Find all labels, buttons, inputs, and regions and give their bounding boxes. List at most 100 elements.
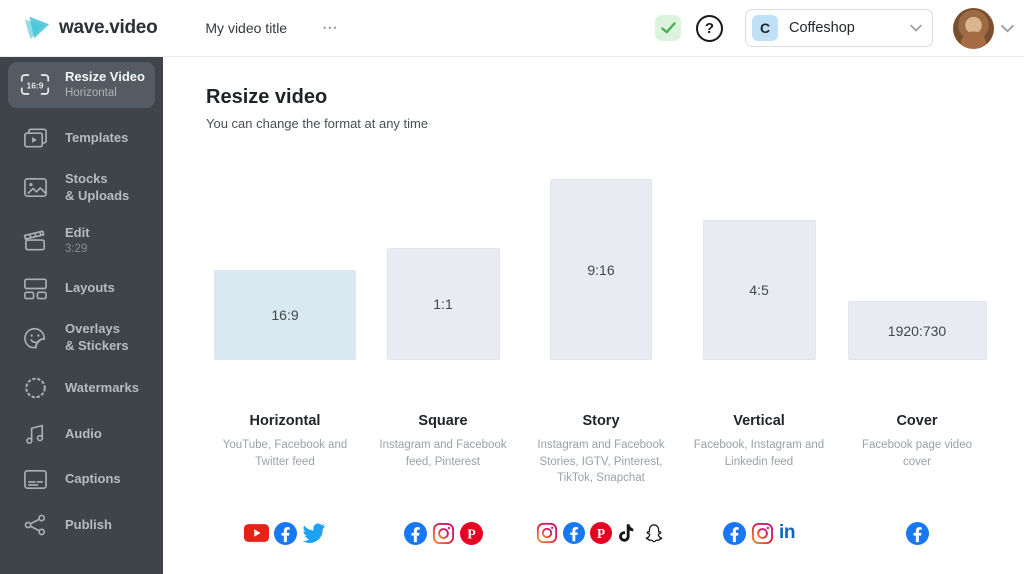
svg-text:P: P [597, 526, 605, 541]
sidebar-item-label: Layouts [65, 280, 115, 297]
clapperboard-icon [18, 228, 52, 254]
format-ratio-label: 16:9 [271, 307, 298, 323]
user-avatar[interactable] [953, 8, 994, 49]
workspace-name: Coffeshop [789, 20, 899, 36]
format-description: Instagram and Facebook feed, Pinterest [367, 437, 519, 470]
sidebar-item-resize-video[interactable]: 16:9 Resize Video Horizontal [8, 62, 155, 108]
crop-16-9-icon: 16:9 [18, 71, 52, 98]
format-card-9-16[interactable]: 9:16 [550, 179, 652, 360]
pinterest-icon: P [460, 522, 483, 545]
user-menu-button[interactable] [1001, 24, 1014, 33]
format-option-vertical: 4:5 Vertical Facebook, Instagram and Lin… [680, 179, 838, 547]
format-name: Square [367, 413, 519, 429]
wave-video-logo[interactable]: wave.video [22, 14, 157, 42]
format-name: Vertical [683, 413, 835, 429]
format-option-square: 1:1 Square Instagram and Facebook feed, … [364, 179, 522, 547]
sidebar-item-sublabel: Horizontal [65, 86, 145, 101]
chevron-down-icon [1001, 24, 1014, 33]
youtube-icon [244, 524, 269, 542]
snapchat-icon [642, 522, 666, 545]
facebook-icon [563, 522, 585, 544]
tiktok-icon [617, 522, 637, 544]
format-ratio-label: 9:16 [587, 262, 614, 278]
question-mark-icon: ? [705, 20, 714, 37]
help-button[interactable]: ? [696, 15, 723, 42]
check-icon [661, 22, 676, 34]
format-option-horizontal: 16:9 Horizontal YouTube, Facebook and Tw… [206, 179, 364, 547]
facebook-icon [404, 522, 427, 545]
sidebar-item-label: Resize Video [65, 69, 145, 86]
svg-text:16:9: 16:9 [26, 81, 43, 91]
instagram-icon [751, 522, 774, 545]
image-icon [18, 175, 52, 200]
format-card-4-5[interactable]: 4:5 [703, 220, 816, 360]
sidebar-item-label: Edit [65, 225, 90, 242]
sticker-smiley-icon [18, 325, 52, 351]
sidebar-item-label-line2: & Stickers [65, 338, 129, 355]
sidebar-item-label: Audio [65, 426, 102, 443]
sidebar-item-publish[interactable]: Publish [0, 502, 163, 548]
captions-box-icon [18, 467, 52, 492]
format-ratio-label: 1:1 [433, 296, 452, 312]
format-description: Facebook, Instagram and Linkedin feed [683, 437, 835, 470]
format-options-row: 16:9 Horizontal YouTube, Facebook and Tw… [206, 179, 1024, 547]
facebook-icon [274, 522, 297, 545]
page-title: Resize video [206, 86, 1024, 109]
share-icon [18, 512, 52, 538]
instagram-icon [432, 522, 455, 545]
facebook-icon [723, 522, 746, 545]
sidebar-item-watermarks[interactable]: Watermarks [0, 365, 163, 411]
svg-text:P: P [467, 527, 476, 542]
format-card-1-1[interactable]: 1:1 [387, 248, 500, 360]
topbar: wave.video My video title ••• ? C Coffes… [0, 0, 1024, 57]
sidebar-item-stocks-uploads[interactable]: Stocks & Uploads [0, 161, 163, 215]
seal-icon [18, 375, 52, 401]
logo-text: wave.video [59, 17, 157, 39]
more-options-button[interactable]: ••• [323, 23, 338, 33]
sidebar-item-label: Captions [65, 471, 121, 488]
format-ratio-label: 1920:730 [888, 323, 946, 339]
sidebar-item-templates[interactable]: Templates [0, 116, 163, 161]
sidebar-item-label: Watermarks [65, 380, 139, 397]
sidebar-item-overlays-stickers[interactable]: Overlays & Stickers [0, 311, 163, 365]
pinterest-icon: P [590, 522, 612, 544]
wave-video-logo-icon [22, 14, 52, 42]
format-social-icons: in [723, 519, 795, 547]
format-name: Horizontal [215, 413, 355, 429]
format-ratio-label: 4:5 [749, 282, 768, 298]
linkedin-icon: in [779, 522, 795, 544]
music-note-icon [18, 421, 52, 447]
video-duration: 3:29 [65, 242, 90, 257]
layout-grid-icon [18, 276, 52, 301]
format-name: Story [522, 413, 680, 429]
sidebar-item-label: Templates [65, 130, 128, 147]
sidebar-item-label-line2: & Uploads [65, 188, 129, 205]
chevron-down-icon [910, 24, 922, 32]
twitter-icon [302, 523, 326, 544]
facebook-icon [906, 522, 929, 545]
format-social-icons: P [404, 519, 483, 547]
instagram-icon [536, 522, 558, 544]
sidebar-item-label: Publish [65, 517, 112, 534]
format-social-icons [906, 519, 929, 547]
sidebar: 16:9 Resize Video Horizontal Templates [0, 57, 163, 574]
main-content: Resize video You can change the format a… [163, 57, 1024, 574]
format-option-cover: 1920:730 Cover Facebook page video cover [838, 179, 996, 547]
templates-icon [18, 126, 52, 151]
saved-status-badge [655, 15, 681, 41]
sidebar-item-captions[interactable]: Captions [0, 457, 163, 502]
format-card-1920-730[interactable]: 1920:730 [848, 301, 987, 360]
sidebar-item-layouts[interactable]: Layouts [0, 266, 163, 311]
format-description: Facebook page video cover [861, 437, 973, 470]
workspace-selector[interactable]: C Coffeshop [745, 9, 933, 47]
format-social-icons [244, 519, 326, 547]
sidebar-item-edit[interactable]: Edit 3:29 [0, 215, 163, 267]
sidebar-item-label: Stocks [65, 171, 129, 188]
video-title[interactable]: My video title [205, 20, 287, 36]
format-name: Cover [861, 413, 973, 429]
format-card-16-9[interactable]: 16:9 [214, 270, 356, 360]
sidebar-item-audio[interactable]: Audio [0, 411, 163, 457]
workspace-initial-badge: C [752, 15, 778, 41]
page-subtitle: You can change the format at any time [206, 116, 1024, 131]
format-social-icons: P [536, 519, 666, 547]
